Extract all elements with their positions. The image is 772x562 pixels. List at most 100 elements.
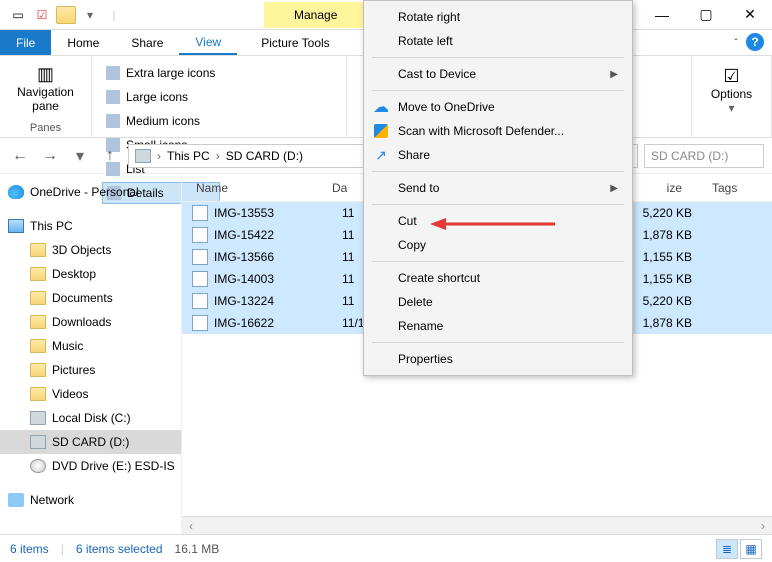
- file-icon: [192, 271, 208, 287]
- ctx-send-to[interactable]: Send to▶: [364, 176, 632, 200]
- folder-icon: [30, 243, 46, 257]
- navigation-pane-icon[interactable]: ▥: [37, 64, 54, 85]
- ctx-rotate-right[interactable]: Rotate right: [364, 5, 632, 29]
- scroll-right-icon[interactable]: ›: [754, 517, 772, 535]
- breadcrumb-drive[interactable]: SD CARD (D:): [226, 149, 303, 163]
- file-name: IMG-14003: [214, 272, 342, 286]
- file-size: 5,220 KB: [622, 206, 702, 220]
- ribbon-collapse-icon[interactable]: ˇ: [734, 36, 738, 50]
- sidebar-item-desktop[interactable]: Desktop: [0, 262, 181, 286]
- tab-file[interactable]: File: [0, 30, 51, 55]
- status-selected: 6 items selected: [76, 542, 163, 556]
- history-dropdown[interactable]: ▾: [68, 144, 92, 168]
- submenu-arrow-icon: ▶: [610, 69, 618, 80]
- view-details-icon[interactable]: ≣: [716, 539, 738, 559]
- ctx-rename[interactable]: Rename: [364, 314, 632, 338]
- dvd-icon: [30, 459, 46, 473]
- folder-icon: [30, 339, 46, 353]
- sidebar-item-3d-objects[interactable]: 3D Objects: [0, 238, 181, 262]
- tab-view[interactable]: View: [179, 30, 237, 55]
- folder-icon: [30, 387, 46, 401]
- share-icon: ↗: [372, 146, 390, 164]
- group-label-panes: Panes: [30, 119, 61, 137]
- horizontal-scrollbar[interactable]: ‹ ›: [182, 516, 772, 534]
- file-size: 1,155 KB: [622, 250, 702, 264]
- up-button[interactable]: ↑: [98, 144, 122, 168]
- sidebar-item-local-disk[interactable]: Local Disk (C:): [0, 406, 181, 430]
- sidebar-item-onedrive[interactable]: OneDrive - Personal: [0, 180, 181, 204]
- onedrive-icon: [8, 185, 24, 199]
- status-size: 16.1 MB: [175, 542, 220, 556]
- file-name: IMG-15422: [214, 228, 342, 242]
- breadcrumb-this-pc[interactable]: This PC: [167, 149, 210, 163]
- ctx-move-to-onedrive[interactable]: ☁Move to OneDrive: [364, 95, 632, 119]
- search-input[interactable]: SD CARD (D:): [644, 144, 764, 168]
- manage-tab[interactable]: Manage: [264, 2, 367, 28]
- shield-icon: [372, 122, 390, 140]
- sidebar-item-pictures[interactable]: Pictures: [0, 358, 181, 382]
- col-tags[interactable]: Tags: [692, 181, 752, 195]
- drive-icon: [30, 411, 46, 425]
- options-icon[interactable]: ☑: [723, 66, 739, 87]
- breadcrumb-sep[interactable]: ›: [157, 149, 161, 163]
- sidebar-item-dvd[interactable]: DVD Drive (E:) ESD-IS: [0, 454, 181, 478]
- tab-share[interactable]: Share: [115, 30, 179, 55]
- ctx-properties[interactable]: Properties: [364, 347, 632, 371]
- ribbon-group-layout: Extra large icons Large icons Medium ico…: [92, 56, 347, 137]
- view-thumbnails-icon[interactable]: ▦: [740, 539, 762, 559]
- status-bar: 6 items | 6 items selected 16.1 MB ≣ ▦: [0, 534, 772, 562]
- options-button[interactable]: Options: [711, 87, 752, 101]
- qat-dropdown[interactable]: ▾: [80, 5, 100, 25]
- navigation-pane-button[interactable]: Navigation pane: [17, 85, 74, 113]
- ctx-copy[interactable]: Copy: [364, 233, 632, 257]
- sidebar-item-videos[interactable]: Videos: [0, 382, 181, 406]
- ctx-separator: [372, 57, 624, 58]
- search-placeholder: SD CARD (D:): [651, 149, 728, 163]
- ctx-delete[interactable]: Delete: [364, 290, 632, 314]
- folder-icon: [30, 267, 46, 281]
- folder-icon: [30, 363, 46, 377]
- ctx-cut[interactable]: Cut: [364, 209, 632, 233]
- file-size: 1,878 KB: [622, 228, 702, 242]
- ctx-share[interactable]: ↗Share: [364, 143, 632, 167]
- sidebar-item-network[interactable]: Network: [0, 488, 181, 512]
- sidebar-item-documents[interactable]: Documents: [0, 286, 181, 310]
- file-icon: [192, 205, 208, 221]
- layout-large[interactable]: Large icons: [102, 86, 220, 108]
- scroll-left-icon[interactable]: ‹: [182, 517, 200, 535]
- file-name: IMG-16622: [214, 316, 342, 330]
- file-name: IMG-13553: [214, 206, 342, 220]
- maximize-button[interactable]: ▢: [684, 0, 728, 30]
- breadcrumb-sep[interactable]: ›: [216, 149, 220, 163]
- tab-picture-tools[interactable]: Picture Tools: [245, 30, 345, 55]
- context-menu: Rotate right Rotate left Cast to Device▶…: [363, 0, 633, 376]
- ctx-create-shortcut[interactable]: Create shortcut: [364, 266, 632, 290]
- drive-icon: [30, 435, 46, 449]
- layout-medium[interactable]: Medium icons: [102, 110, 220, 132]
- qat-sep: |: [104, 5, 124, 25]
- folder-icon: [56, 5, 76, 25]
- forward-button[interactable]: →: [38, 144, 62, 168]
- sidebar-item-music[interactable]: Music: [0, 334, 181, 358]
- file-icon: [192, 249, 208, 265]
- ctx-rotate-left[interactable]: Rotate left: [364, 29, 632, 53]
- close-button[interactable]: ✕: [728, 0, 772, 30]
- qat-item[interactable]: ▭: [8, 5, 28, 25]
- ctx-cast-to-device[interactable]: Cast to Device▶: [364, 62, 632, 86]
- minimize-button[interactable]: —: [640, 0, 684, 30]
- sidebar-item-downloads[interactable]: Downloads: [0, 310, 181, 334]
- tab-home[interactable]: Home: [51, 30, 115, 55]
- sidebar-item-this-pc[interactable]: This PC: [0, 214, 181, 238]
- layout-extra-large[interactable]: Extra large icons: [102, 62, 220, 84]
- help-icon[interactable]: ?: [746, 33, 764, 51]
- pc-icon: [8, 219, 24, 233]
- ctx-separator: [372, 342, 624, 343]
- network-icon: [8, 493, 24, 507]
- ctx-scan-defender[interactable]: Scan with Microsoft Defender...: [364, 119, 632, 143]
- navigation-tree[interactable]: OneDrive - Personal This PC 3D Objects D…: [0, 174, 182, 534]
- col-name[interactable]: Name: [182, 181, 332, 195]
- qat-item[interactable]: ☑: [32, 5, 52, 25]
- sidebar-item-sd-card[interactable]: SD CARD (D:): [0, 430, 181, 454]
- back-button[interactable]: ←: [8, 144, 32, 168]
- options-dropdown-icon[interactable]: ▾: [728, 101, 734, 115]
